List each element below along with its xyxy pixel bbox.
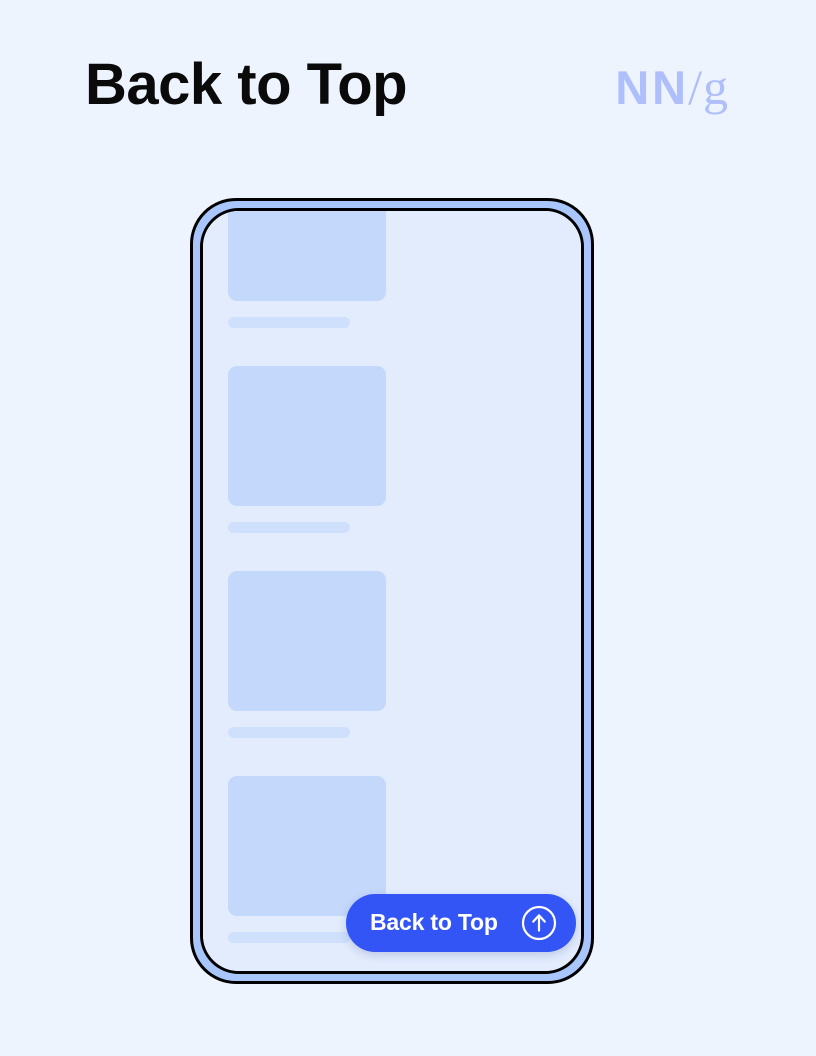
card-thumbnail — [228, 776, 386, 916]
list-item[interactable] — [228, 211, 386, 328]
nng-logo-nn: NN — [615, 61, 690, 114]
card-grid — [228, 211, 560, 971]
nng-logo-g: g — [703, 59, 728, 115]
list-item[interactable] — [228, 571, 386, 738]
list-item[interactable] — [228, 366, 386, 533]
card-text-placeholder — [228, 932, 350, 943]
card-text-placeholder — [228, 727, 350, 738]
nng-logo-slash: / — [688, 59, 702, 115]
phone-screen — [203, 211, 581, 971]
back-to-top-button[interactable]: Back to Top — [346, 894, 576, 952]
card-text-placeholder — [228, 317, 350, 328]
card-text-placeholder — [228, 522, 350, 533]
back-to-top-button-label: Back to Top — [370, 908, 498, 935]
card-thumbnail — [228, 366, 386, 506]
nng-logo: NN/g — [615, 62, 728, 112]
card-thumbnail — [228, 571, 386, 711]
phone-bezel — [200, 208, 584, 974]
card-thumbnail — [228, 211, 386, 301]
arrow-up-circle-icon — [521, 905, 556, 941]
phone-frame — [190, 198, 594, 984]
page-title: Back to Top — [85, 52, 408, 117]
